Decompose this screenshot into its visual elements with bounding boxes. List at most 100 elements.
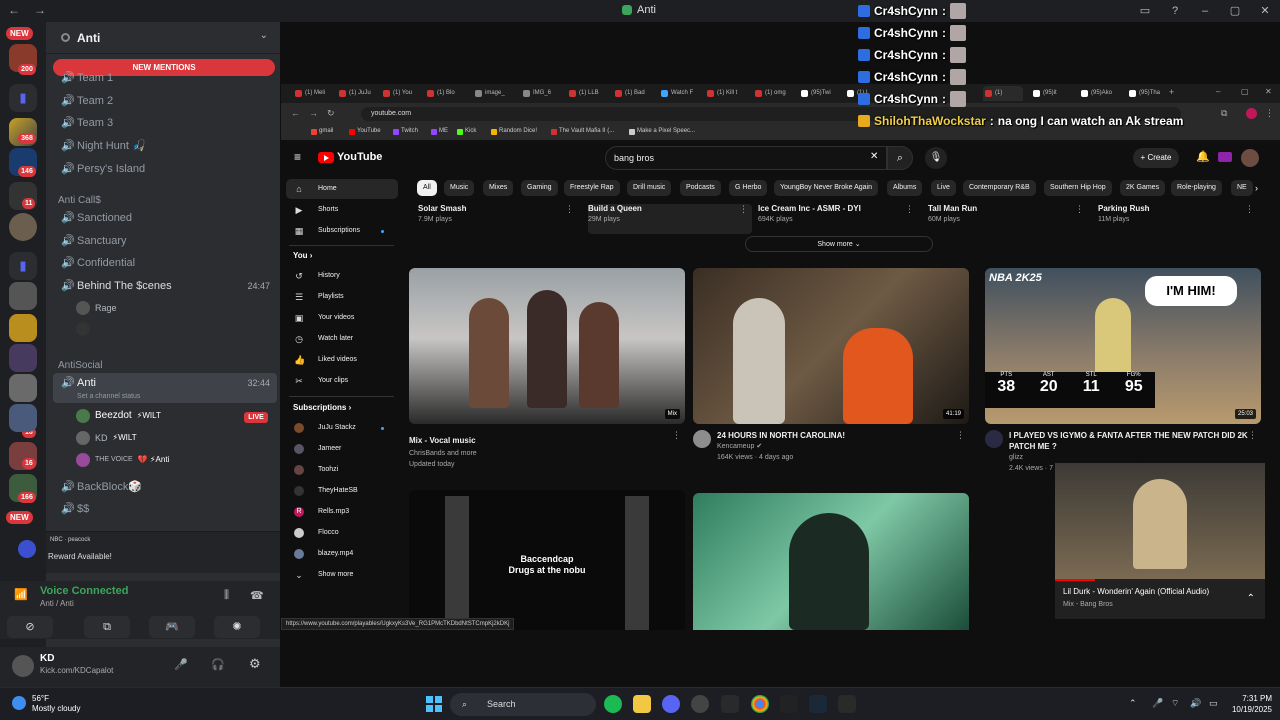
settings-gear-icon[interactable]: ⚙ [249,656,261,672]
reward-panel[interactable]: NBC · peacock Reward Available! [18,531,280,573]
video-thumbnail[interactable] [693,493,969,630]
chip[interactable]: Southern Hip Hop [1044,180,1112,196]
clear-search-icon[interactable]: ✕ [870,151,878,162]
headphones-icon[interactable]: 🎧 [211,658,225,671]
browser-tab[interactable]: (1) LLB [567,86,603,101]
chip[interactable]: 2K Games [1120,180,1166,196]
voice-user[interactable]: Rage [76,298,117,318]
guide-channel[interactable]: Flocco [286,523,398,543]
miniplayer-title[interactable]: Lil Durk - Wonderin' Again (Official Aud… [1063,587,1209,596]
guide-channel[interactable]: Toohzi [286,460,398,480]
chip[interactable]: Role-playing [1171,180,1222,196]
camera-off-button[interactable]: ⊘ [7,616,53,638]
guide-channel[interactable]: TheyHateSB [286,481,398,501]
chip[interactable]: Albums [887,180,923,196]
chevron-down-icon[interactable]: ⌄ [260,30,268,41]
browser-tab[interactable]: image_ [473,86,509,101]
more-options-icon[interactable]: ⋮ [565,204,574,215]
hamburger-menu-icon[interactable]: ≡ [294,150,301,164]
username[interactable]: KD [40,653,54,664]
back-icon[interactable]: ← [291,108,300,118]
profile-avatar[interactable] [1246,108,1257,119]
close-icon[interactable]: ✕ [1250,0,1280,22]
voice-user[interactable]: Beezdot ⚡WILT [76,406,161,426]
playable-item[interactable]: Build a Queen 29M plays ⋮ [588,204,752,234]
more-options-icon[interactable]: ⋮ [956,430,965,441]
browser-tab[interactable]: (1) Blo [425,86,461,101]
video-channel[interactable]: ChrisBands and more [409,448,685,459]
taskbar-search[interactable]: ⌕ Search [450,693,596,716]
guide-channel[interactable]: Jameer [286,439,398,459]
browser-tab[interactable]: (1) JuJu [337,86,373,101]
voice-channel[interactable]: 🔊 Team 2 [53,91,277,111]
chip[interactable]: Gaming [521,180,558,196]
voice-channel[interactable]: 🔊 Night Hunt 🎣 [53,136,277,156]
chrome-icon[interactable] [751,695,769,713]
app-icon[interactable] [691,695,709,713]
account-avatar[interactable] [1241,149,1259,167]
forward-arrow-icon[interactable]: → [34,3,46,17]
guide-home[interactable]: ⌂ Home [286,179,398,199]
server-icon[interactable] [9,213,37,241]
chip[interactable]: Live [931,180,956,196]
video-card[interactable]: Baccendcap Drugs at the nobu [409,490,685,630]
battery-icon[interactable]: ▭ [1209,698,1218,709]
chip[interactable]: Drill music [627,180,672,196]
chip[interactable]: NE [1231,180,1253,196]
voice-channel[interactable]: 🔊 Team 3 [53,113,277,133]
more-options-icon[interactable]: ⋮ [672,430,681,441]
video-title[interactable]: 24 HOURS IN NORTH CAROLINA! [717,430,845,441]
epic-games-icon[interactable] [838,695,856,713]
guide-subscriptions-header[interactable]: Subscriptions › [293,403,351,412]
guide-liked-videos[interactable]: 👍 Liked videos [286,350,398,370]
voice-search-icon[interactable]: 🎙 [925,147,947,169]
forward-icon[interactable]: → [309,108,318,118]
guide-playlists[interactable]: ☰ Playlists [286,287,398,307]
weather-widget[interactable]: 56°F Mostly cloudy [12,694,80,714]
miniplayer-video[interactable] [1055,463,1265,579]
signal-icon[interactable]: 📶 [14,588,28,601]
avatar[interactable] [12,655,34,677]
close-icon[interactable]: ✕ [1265,87,1272,96]
server-icon[interactable] [9,314,37,342]
category-header[interactable]: AntiSocial [58,360,102,371]
more-options-icon[interactable]: ⋮ [739,204,748,215]
discord-app-icon[interactable] [662,695,680,713]
app-icon[interactable] [780,695,798,713]
voice-channel[interactable]: 🔊 $$ [53,499,277,519]
voice-channel[interactable]: 🔊 BackBlock🎲 [53,477,277,497]
video-card[interactable]: 41:19 24 HOURS IN NORTH CAROLINA! Kencam… [693,268,969,463]
epic-games-icon[interactable] [721,695,739,713]
voice-user[interactable]: KD ⚡WILT [76,428,137,448]
bookmark[interactable]: The Vault Mafia II (... [551,128,614,135]
clock[interactable]: 7:31 PM 10/19/2025 [1232,693,1272,715]
guide-your-clips[interactable]: ✂ Your clips [286,371,398,391]
video-thumbnail[interactable]: Baccendcap Drugs at the nobu [409,490,685,630]
volume-icon[interactable]: 🔊 [1190,698,1201,709]
video-thumbnail[interactable]: NBA 2K25 I'M HIM! PTS 38 AST 20 STL 11 FG% 9… [985,268,1261,424]
guide-channel[interactable]: R Rells.mp3 [286,502,398,522]
screen-share-button[interactable]: ⧉ [84,616,130,638]
microphone-icon[interactable]: 🎤 [1152,698,1163,709]
chip[interactable]: Contemporary R&B [963,180,1036,196]
steam-icon[interactable] [809,695,827,713]
activity-button[interactable]: 🎮 [149,616,195,638]
soundboard-button[interactable]: ✺ [214,616,260,638]
server-icon[interactable] [9,374,37,402]
search-input[interactable]: bang bros [605,146,887,170]
chip[interactable]: Mixes [483,180,514,196]
playable-item[interactable]: Ice Cream Inc - ASMR - DYI 694K plays ⋮ [758,204,918,234]
server-icon[interactable] [9,282,37,310]
bookmark[interactable]: YouTube [349,128,381,135]
playable-item[interactable]: Tall Man Run 60M plays ⋮ [928,204,1088,234]
file-explorer-icon[interactable] [633,695,651,713]
more-options-icon[interactable]: ⋮ [1245,204,1254,215]
notifications-bell-icon[interactable]: 🔔 [1196,150,1210,163]
video-title[interactable]: I PLAYED VS IGYMO & FANTA AFTER THE NEW … [1009,430,1261,452]
reload-icon[interactable]: ↻ [327,108,335,119]
chevron-up-icon[interactable]: ⌃ [1247,593,1255,604]
more-options-icon[interactable]: ⋮ [1075,204,1084,215]
new-unread-pill[interactable]: NEW [6,27,33,40]
disconnect-icon[interactable]: ☎ [250,589,264,602]
voice-user[interactable]: THE VOICE 💔 ⚡Anti [76,450,169,470]
